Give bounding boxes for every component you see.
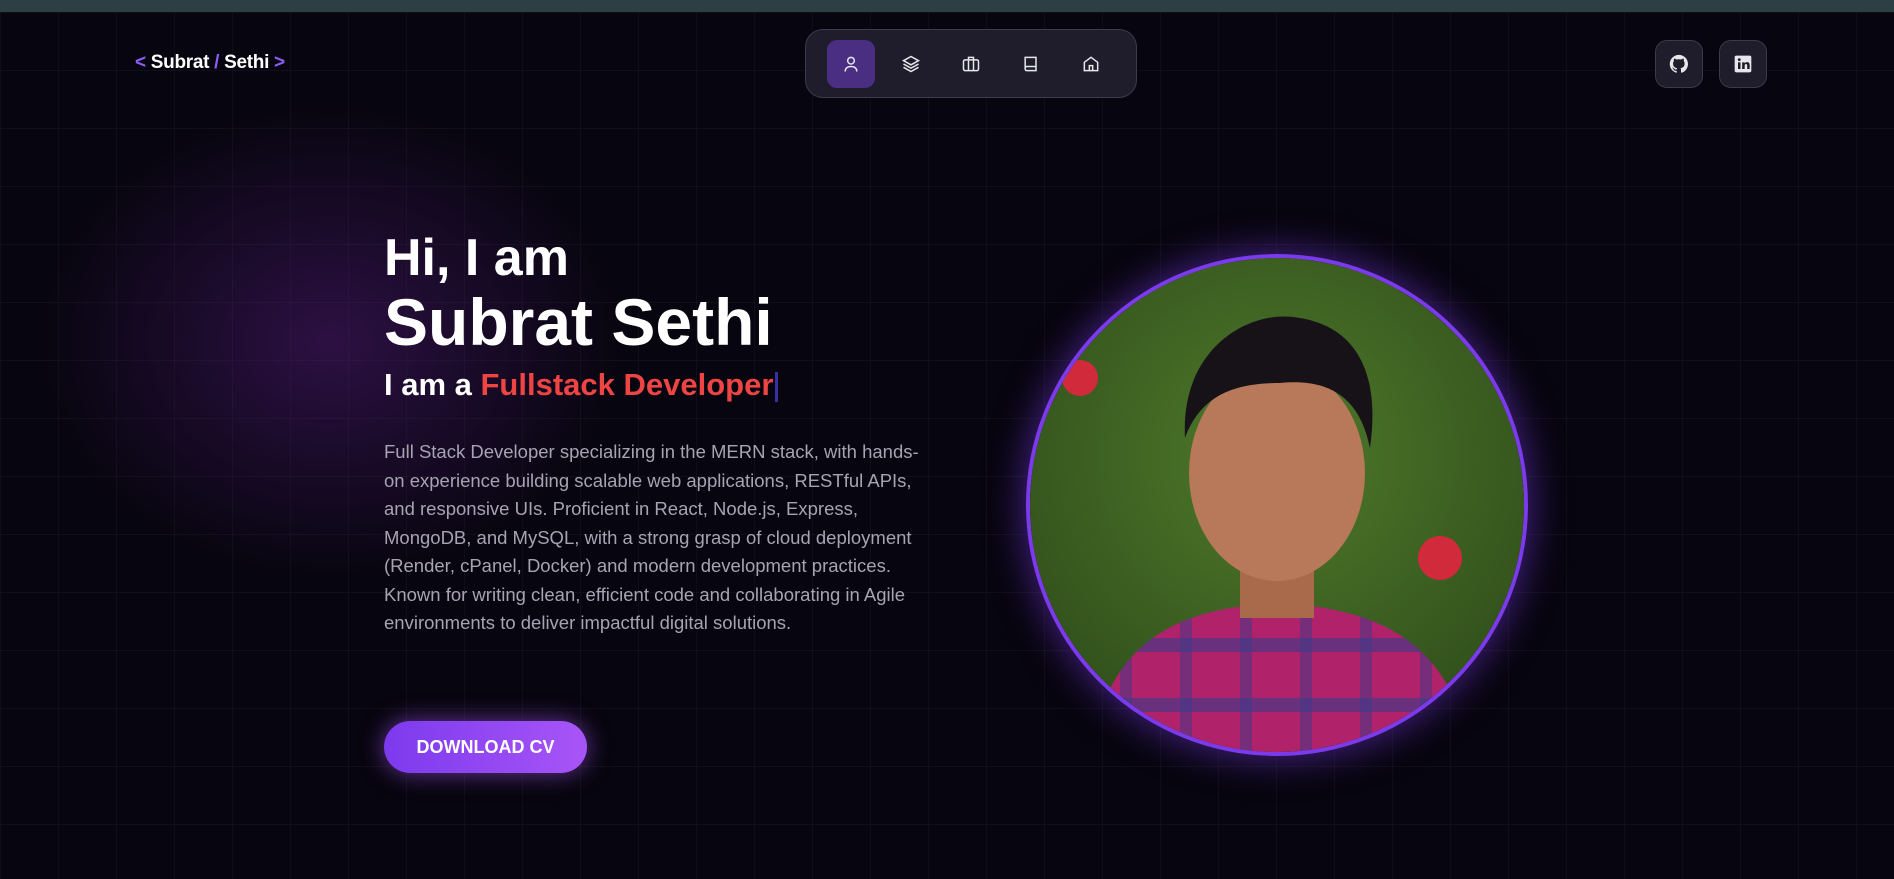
- hero-greeting: Hi, I am: [384, 229, 569, 287]
- site-logo[interactable]: < Subrat / Sethi >: [135, 52, 285, 74]
- nav-about-button[interactable]: [827, 39, 875, 88]
- user-icon: [844, 56, 858, 72]
- typed-role: Fullstack Developer: [480, 367, 774, 402]
- nav-skills-button[interactable]: [887, 40, 935, 88]
- hero-role-line: I am a Fullstack Developer: [384, 367, 779, 403]
- profile-photo: [1026, 254, 1528, 756]
- typing-cursor: [775, 371, 779, 402]
- nav-experience-button[interactable]: [947, 40, 995, 88]
- home-icon: [1083, 55, 1099, 71]
- layers-icon: [901, 55, 921, 72]
- briefcase-icon: [962, 56, 980, 71]
- download-cv-button[interactable]: DOWNLOAD CV: [384, 721, 587, 773]
- github-link[interactable]: [1655, 40, 1703, 88]
- book-icon: [1024, 56, 1037, 71]
- hero-description: Full Stack Developer specializing in the…: [384, 441, 919, 633]
- main-nav: [805, 29, 1137, 98]
- browser-top-strip: [0, 0, 1894, 12]
- nav-home-button[interactable]: [1067, 40, 1115, 88]
- hero-name: Subrat Sethi: [384, 285, 773, 359]
- github-icon: [1669, 54, 1688, 73]
- linkedin-link[interactable]: [1719, 40, 1767, 88]
- linkedin-icon: [1734, 55, 1752, 73]
- nav-education-button[interactable]: [1007, 40, 1055, 88]
- page-background: [0, 12, 1894, 879]
